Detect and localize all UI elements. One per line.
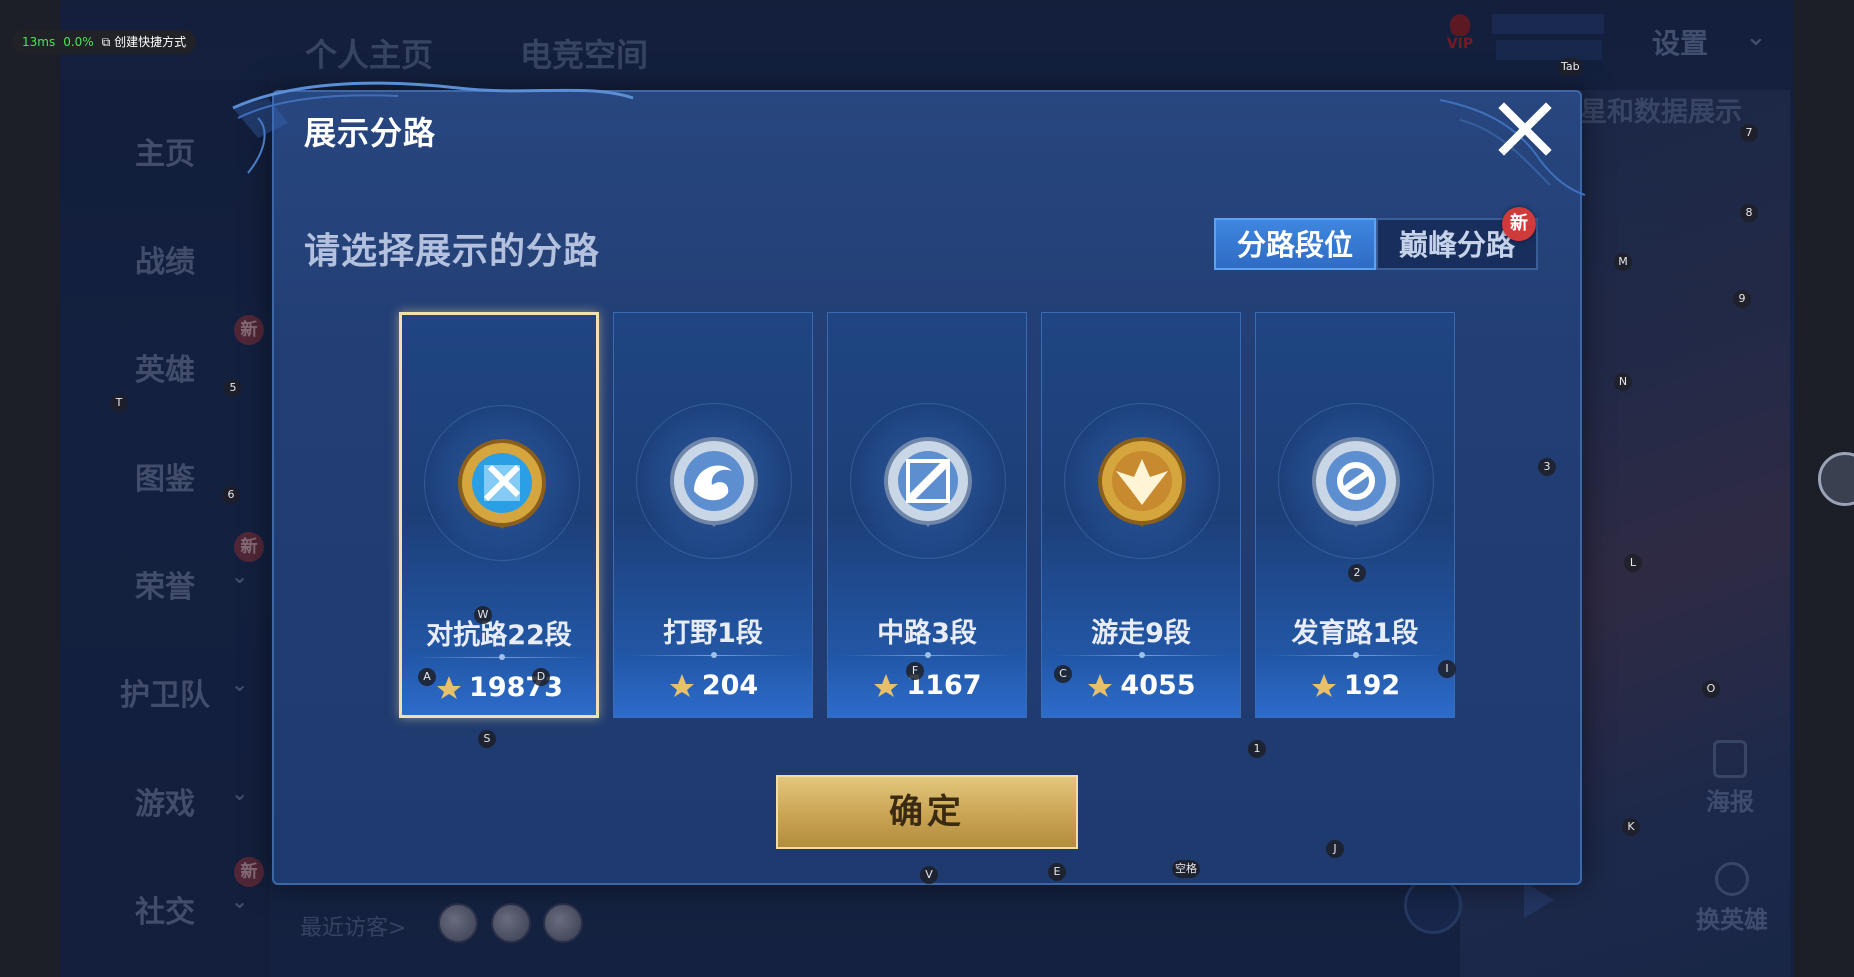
key-hint-marker: 5 — [224, 379, 242, 397]
key-hint-marker: V — [920, 866, 938, 884]
jungle-dragon-emblem-icon — [664, 431, 764, 531]
key-hint-marker: 6 — [222, 486, 240, 504]
create-shortcut-label: 创建快捷方式 — [114, 35, 187, 49]
latency-value: 13ms — [22, 35, 56, 49]
divider-dot — [711, 652, 717, 658]
lane-prompt: 请选择展示的分路 — [304, 231, 601, 272]
key-hint-marker: O — [1702, 680, 1720, 698]
key-hint-marker: 1 — [1248, 740, 1266, 758]
key-hint-marker: W — [474, 606, 492, 624]
game-screen: 个人主页 电竞空间 VIP 设置 ⌄ 星和数据展示 主页 战绩 英雄新图鉴 荣誉 ⌄ 新护… — [0, 0, 1854, 977]
lane-points-icon — [669, 674, 694, 697]
dialog-title: 展示分路 — [304, 114, 437, 152]
perf-overlay[interactable]: 13ms 0.0% ⧉ 创建快捷方式 — [12, 30, 197, 54]
key-hint-marker: Tab — [1558, 58, 1583, 76]
mid-lane-emblem-icon — [878, 431, 978, 531]
lane-score-value: 204 — [701, 670, 759, 701]
lane-rank-label: 对抗路22段 — [426, 620, 572, 651]
key-hint-marker: T — [110, 394, 128, 412]
key-hint-marker: 空格 — [1172, 860, 1200, 878]
lane-score-value: 4055 — [1120, 670, 1196, 701]
lane-card[interactable]: 打野1段 204 — [613, 312, 813, 718]
divider-dot — [925, 652, 931, 658]
lane-rank-label: 打野1段 — [663, 618, 763, 649]
key-hint-marker: 9 — [1733, 290, 1751, 308]
lane-rank-label: 中路3段 — [877, 618, 977, 649]
confirm-button[interactable]: 确定 — [776, 775, 1078, 849]
key-hint-marker: 7 — [1740, 124, 1758, 142]
divider-dot — [1353, 652, 1359, 658]
loss-value: 0.0% — [63, 35, 94, 49]
key-hint-marker: L — [1624, 554, 1642, 572]
left-letterbox — [0, 0, 60, 977]
lane-card[interactable]: 中路3段 1167 — [827, 312, 1027, 718]
lane-rank-label: 游走9段 — [1091, 618, 1191, 649]
tab-lane-rank[interactable]: 分路段位 — [1214, 218, 1376, 270]
lane-score: 192 — [1256, 670, 1454, 701]
lane-points-icon — [437, 676, 462, 699]
key-hint-marker: S — [478, 730, 496, 748]
lane-rank-label: 发育路1段 — [1291, 618, 1419, 649]
shortcut-icon: ⧉ — [101, 35, 115, 49]
key-hint-marker: J — [1326, 840, 1344, 858]
key-hint-marker: I — [1438, 660, 1456, 678]
key-hint-marker: E — [1048, 863, 1066, 881]
lane-card[interactable]: 发育路1段 192 — [1255, 312, 1455, 718]
key-hint-marker: 2 — [1348, 564, 1366, 582]
key-hint-marker: 8 — [1740, 204, 1758, 222]
lane-score: 1167 — [828, 670, 1026, 701]
lane-points-icon — [874, 674, 899, 697]
close-icon — [1498, 102, 1552, 156]
lane-card[interactable]: 对抗路22段 19873 — [399, 312, 599, 718]
lane-points-icon — [1311, 674, 1336, 697]
roam-gold-emblem-icon — [1092, 431, 1192, 531]
lane-points-icon — [1088, 674, 1113, 697]
key-hint-marker: A — [418, 668, 436, 686]
key-hint-marker: C — [1054, 665, 1072, 683]
key-hint-marker: D — [532, 668, 550, 686]
divider-dot — [1139, 652, 1145, 658]
key-hint-marker: K — [1622, 818, 1640, 836]
farm-lane-emblem-icon — [1306, 431, 1406, 531]
clash-lane-gold-emblem-icon — [452, 433, 552, 533]
lane-card[interactable]: 游走9段 4055 — [1041, 312, 1241, 718]
divider-dot — [499, 654, 505, 660]
close-button[interactable] — [1496, 100, 1554, 158]
key-hint-marker: F — [906, 662, 924, 680]
key-hint-marker: 3 — [1538, 458, 1556, 476]
new-badge: 新 — [1502, 207, 1536, 241]
key-hint-marker: N — [1614, 373, 1632, 391]
key-hint-marker: M — [1614, 253, 1632, 271]
lane-score-value: 192 — [1343, 670, 1401, 701]
lane-score: 204 — [614, 670, 812, 701]
